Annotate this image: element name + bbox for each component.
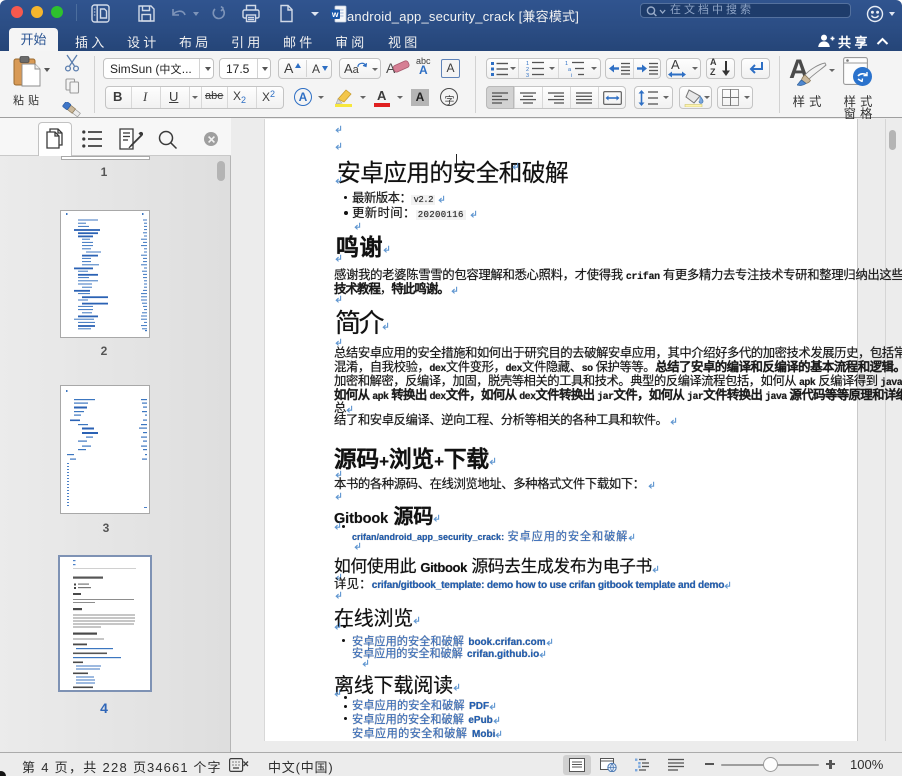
- svg-text:w: w: [331, 9, 339, 19]
- svg-text:3: 3: [526, 73, 529, 77]
- svg-text:i: i: [571, 73, 572, 77]
